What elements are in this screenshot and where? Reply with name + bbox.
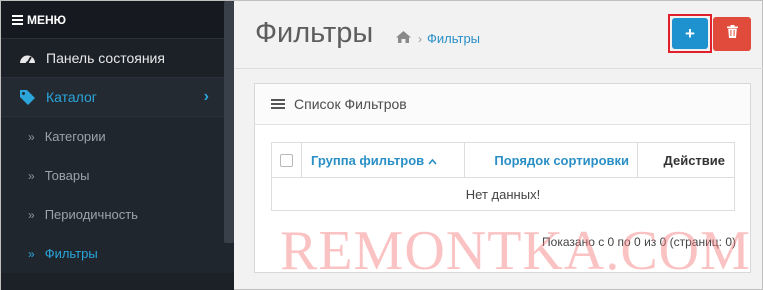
home-icon[interactable] — [395, 30, 412, 47]
select-all-checkbox[interactable] — [280, 153, 293, 167]
panel-title: Список Фильтров — [294, 96, 407, 112]
sidebar-subitem-recurring[interactable]: » Периодичность — [1, 195, 234, 234]
tag-icon — [18, 88, 36, 106]
sidebar-item-label: Каталог — [46, 89, 97, 105]
trash-icon — [726, 25, 738, 43]
column-header-sort-order[interactable]: Порядок сортировки — [464, 142, 638, 178]
sidebar-subitem-products[interactable]: » Товары — [1, 156, 234, 195]
panel-heading: Список Фильтров — [255, 84, 750, 125]
sidebar-item-dashboard[interactable]: Панель состояния — [1, 39, 234, 78]
sidebar-subitem-categories[interactable]: » Категории — [1, 117, 234, 156]
table-header-row: Группа фильтров Порядок сортировки Дейст… — [271, 142, 735, 178]
watermark: REMONTKA.COM — [280, 220, 751, 282]
table-row: Нет данных! — [271, 177, 735, 211]
sort-asc-icon — [428, 153, 437, 168]
plus-icon: + — [685, 23, 695, 43]
empty-message: Нет данных! — [271, 177, 735, 211]
sidebar-subitem-label: Категории — [44, 129, 106, 144]
sidebar-scrollbar[interactable] — [224, 1, 234, 243]
column-header-group[interactable]: Группа фильтров — [301, 142, 465, 178]
list-icon — [271, 97, 285, 111]
select-all-cell — [271, 142, 302, 178]
chevron-right-icon: › — [203, 88, 209, 105]
double-chevron-icon: » — [28, 129, 35, 144]
breadcrumb-link-filters[interactable]: Фильтры — [427, 31, 480, 46]
sidebar-subitem-label: Товары — [44, 168, 90, 183]
dashboard-icon — [18, 49, 36, 67]
menu-icon — [12, 13, 23, 27]
double-chevron-icon: » — [28, 207, 35, 222]
breadcrumb-separator: › — [418, 31, 422, 46]
double-chevron-icon: » — [28, 168, 35, 183]
double-chevron-icon: » — [28, 246, 35, 261]
sidebar-subitem-label: Фильтры — [44, 246, 98, 261]
sidebar: МЕНЮ Панель состояния Каталог › » Катего… — [1, 1, 234, 290]
sidebar-item-catalog[interactable]: Каталог › — [1, 78, 234, 117]
delete-button[interactable] — [713, 17, 751, 51]
menu-label: МЕНЮ — [27, 12, 67, 27]
filters-table: Группа фильтров Порядок сортировки Дейст… — [271, 142, 735, 211]
menu-header[interactable]: МЕНЮ — [1, 1, 234, 39]
sidebar-subitem-label: Периодичность — [44, 207, 138, 222]
column-header-action: Действие — [637, 142, 735, 178]
breadcrumb: › Фильтры — [395, 30, 480, 47]
add-filter-button[interactable]: + — [668, 14, 712, 53]
page-title: Фильтры — [255, 17, 374, 49]
sidebar-subitem-filters[interactable]: » Фильтры — [1, 234, 234, 273]
catalog-submenu: » Категории » Товары » Периодичность » Ф… — [1, 117, 234, 273]
header-divider — [234, 68, 763, 69]
sidebar-item-label: Панель состояния — [46, 50, 165, 66]
